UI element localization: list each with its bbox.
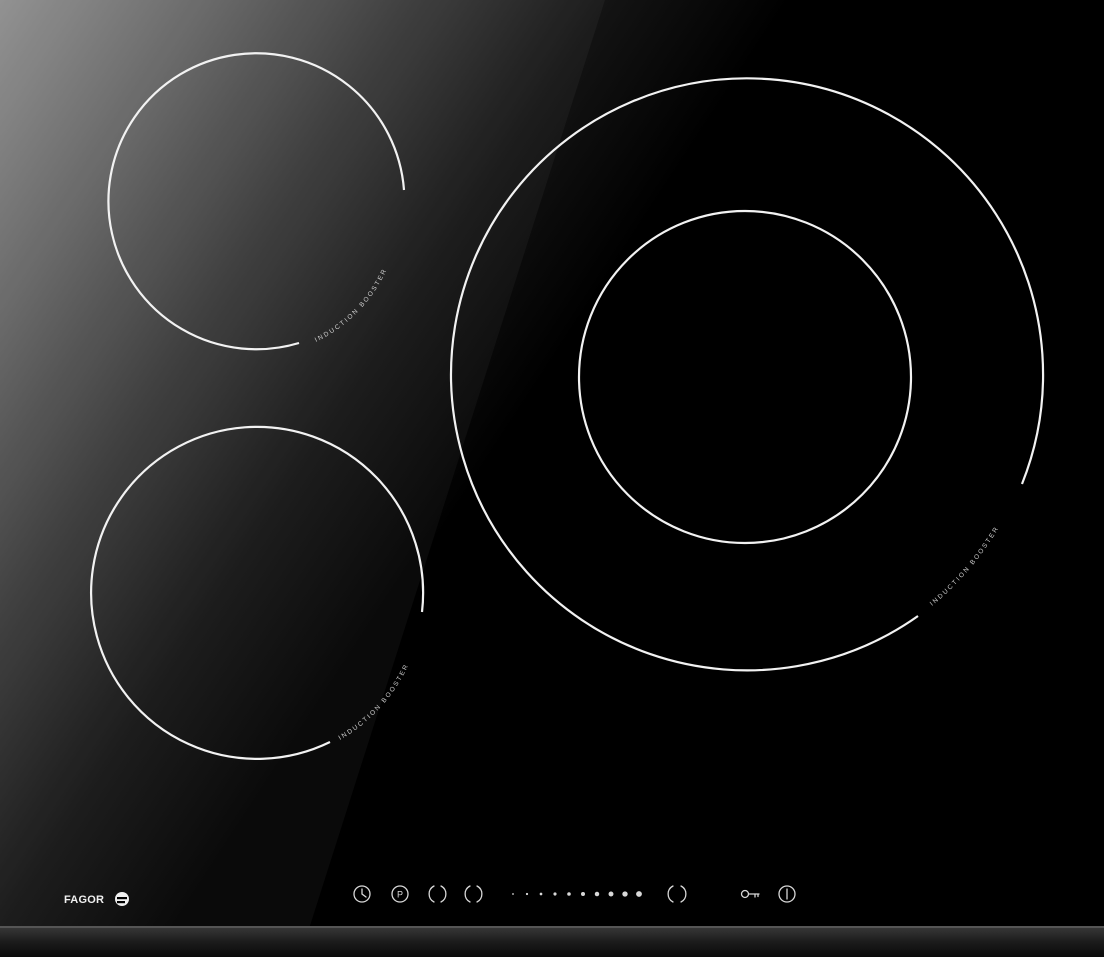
slider-dot[interactable] <box>567 892 571 896</box>
slider-dot[interactable] <box>553 892 557 896</box>
slider-dot[interactable] <box>608 891 614 897</box>
brand-logo: FAGOR <box>64 892 129 906</box>
fagor-logo-icon <box>115 892 129 906</box>
slider-dot[interactable] <box>594 891 600 897</box>
pause-label: P <box>397 890 403 900</box>
slider-dot[interactable] <box>539 892 543 896</box>
power-button[interactable] <box>775 882 799 906</box>
slider-dot[interactable] <box>525 892 529 896</box>
slider-dot[interactable] <box>622 891 628 897</box>
slider-dot[interactable] <box>636 891 642 897</box>
timer-button[interactable] <box>350 882 374 906</box>
cooktop-panel: INDUCTION BOOSTER INDUCTION BOOSTER INDU… <box>0 0 1104 957</box>
plus-button[interactable] <box>462 882 486 906</box>
pause-button[interactable]: P <box>388 882 412 906</box>
frame-edge <box>0 926 1104 957</box>
minus-button[interactable] <box>426 882 450 906</box>
boost-button[interactable] <box>665 882 689 906</box>
slider-dot[interactable] <box>512 893 514 895</box>
brand-name: FAGOR <box>64 894 104 906</box>
slider-dot[interactable] <box>580 891 586 897</box>
frame-highlight <box>0 926 1104 928</box>
lock-button[interactable] <box>738 884 762 904</box>
